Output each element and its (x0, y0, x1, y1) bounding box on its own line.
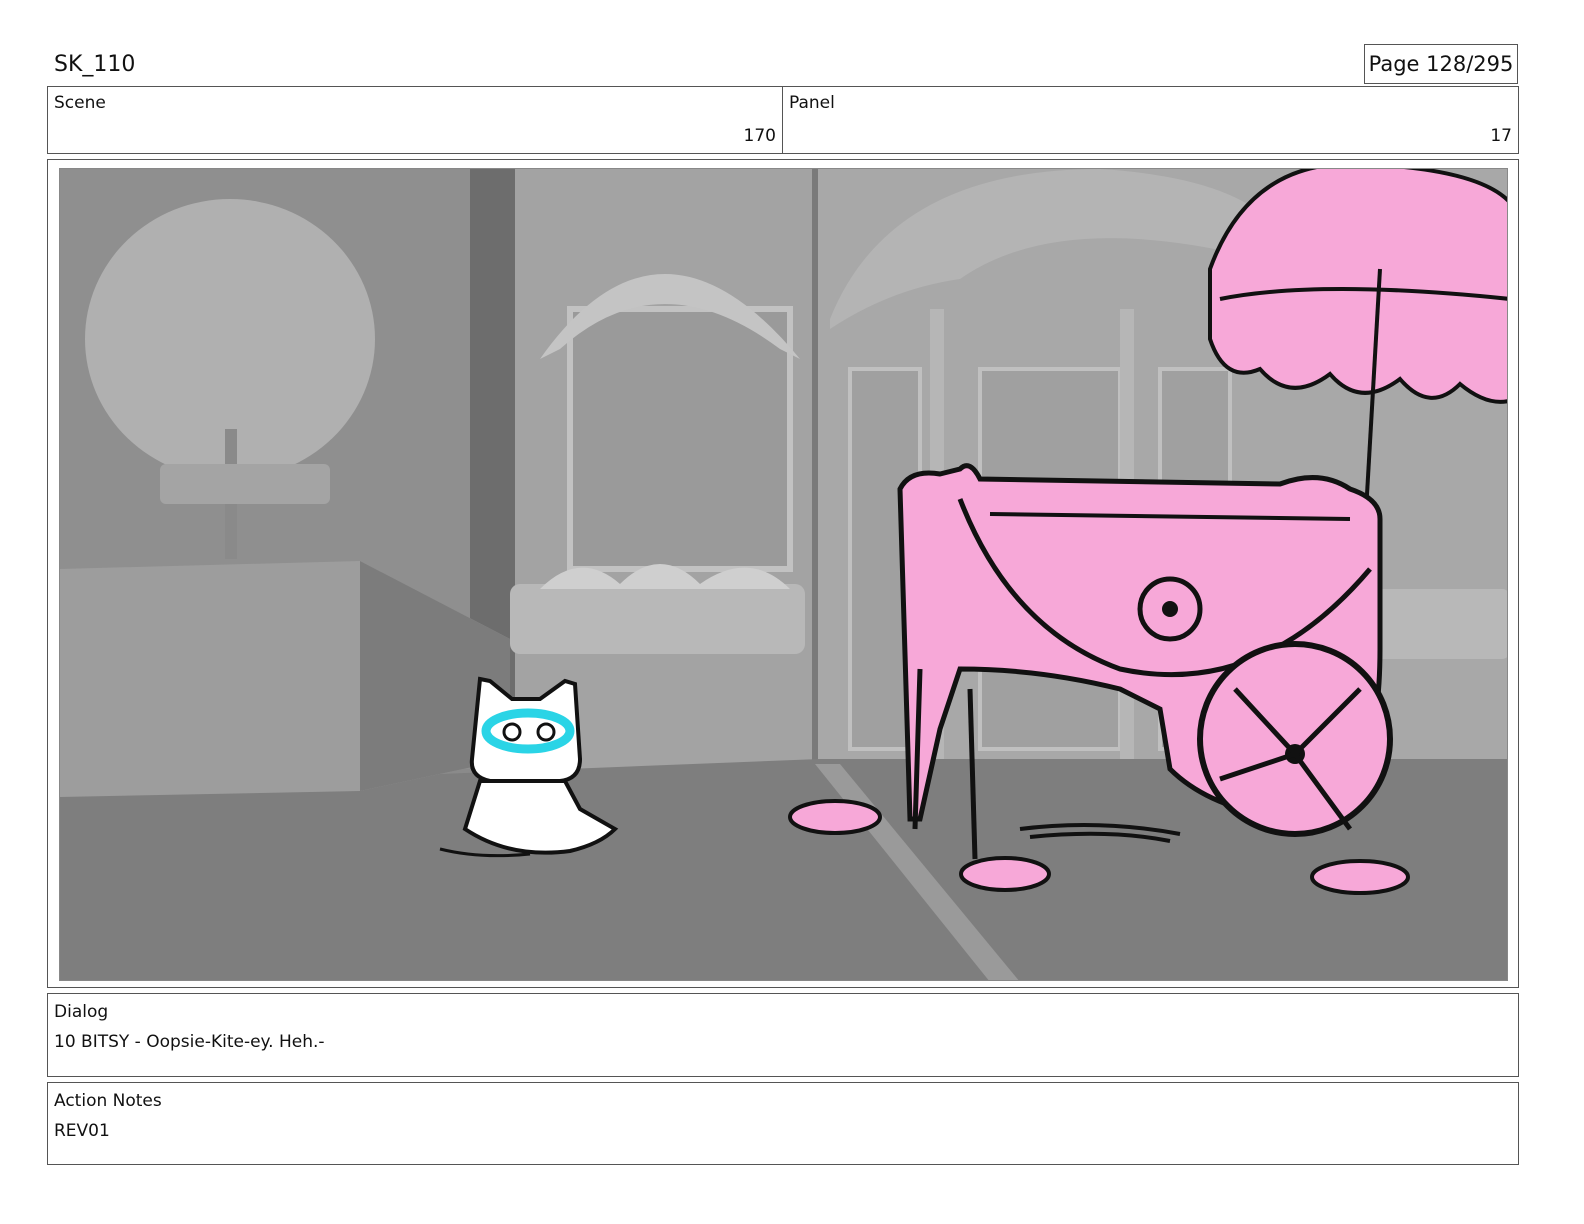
panel-cell: Panel 17 (782, 86, 1519, 154)
panel-label: Panel (789, 93, 835, 113)
action-notes-label: Action Notes (54, 1091, 162, 1111)
storyboard-panel-image (59, 168, 1508, 981)
dialog-label: Dialog (54, 1002, 109, 1022)
page-number: Page 128/295 (1364, 44, 1518, 84)
scene-label: Scene (54, 93, 106, 113)
panel-illustration (60, 169, 1507, 980)
sheet-id: SK_110 (54, 52, 136, 77)
scene-cell: Scene 170 (47, 86, 783, 154)
dialog-text: 10 BITSY - Oopsie-Kite-ey. Heh.- (54, 1032, 325, 1052)
dialog-box: Dialog 10 BITSY - Oopsie-Kite-ey. Heh.- (47, 993, 1519, 1077)
action-notes-text: REV01 (54, 1121, 110, 1141)
storyboard-frame (47, 159, 1519, 988)
scene-number: 170 (743, 126, 776, 146)
panel-number: 17 (1490, 126, 1512, 146)
action-notes-box: Action Notes REV01 (47, 1082, 1519, 1165)
